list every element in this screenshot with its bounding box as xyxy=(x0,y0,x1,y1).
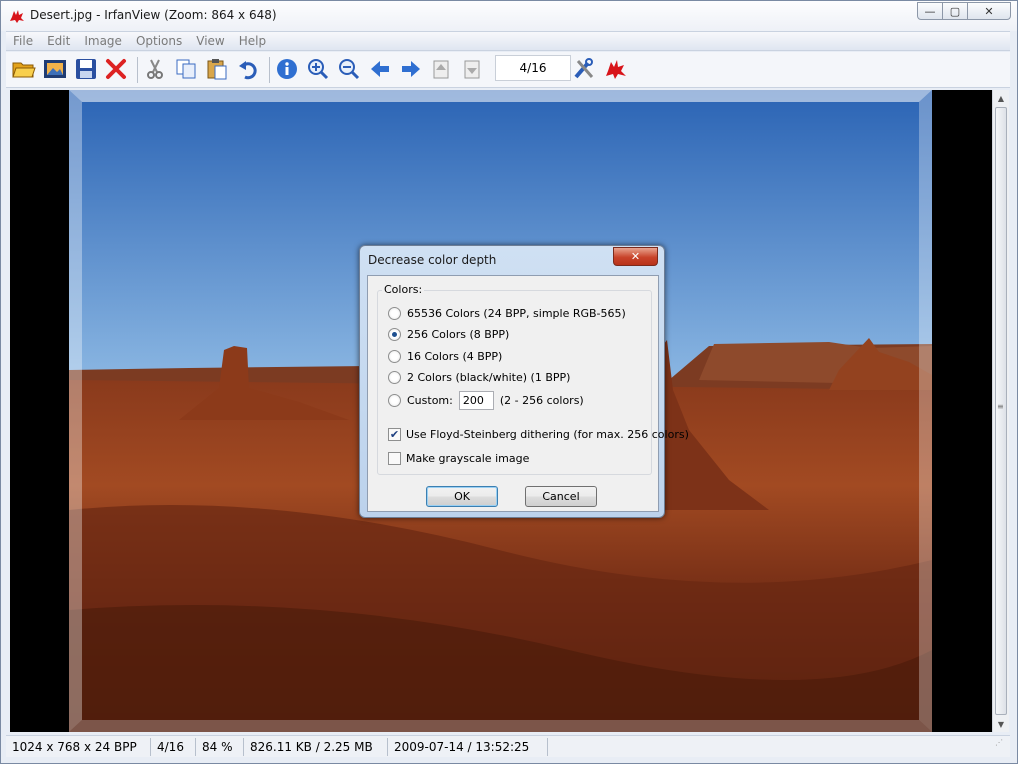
next-button[interactable] xyxy=(397,55,425,83)
dialog-close-button[interactable]: ✕ xyxy=(613,247,658,266)
page-indicator[interactable]: 4/16 xyxy=(495,55,571,81)
copy-button[interactable] xyxy=(172,55,200,83)
toolbar-separator xyxy=(137,57,138,83)
radio-custom[interactable] xyxy=(388,394,401,407)
delete-button[interactable] xyxy=(102,55,130,83)
option-custom[interactable]: Custom: 200 (2 - 256 colors) xyxy=(388,390,584,411)
first-page-button[interactable] xyxy=(428,55,456,83)
custom-label: Custom: xyxy=(407,394,453,407)
paste-button[interactable] xyxy=(203,55,231,83)
copy-icon xyxy=(176,59,196,79)
arrow-right-icon xyxy=(402,61,420,77)
vertical-scrollbar[interactable]: ▲ ≡ ▼ xyxy=(992,90,1009,732)
radio-2[interactable] xyxy=(388,370,401,384)
last-page-button[interactable] xyxy=(459,55,487,83)
arrow-left-icon xyxy=(371,61,389,77)
maximize-icon: ▢ xyxy=(949,4,961,18)
menu-image[interactable]: Image xyxy=(77,34,129,48)
zoom-out-icon xyxy=(339,59,360,80)
decrease-color-depth-dialog: Decrease color depth ✕ Colors: 65536 Col… xyxy=(359,245,689,518)
menu-help[interactable]: Help xyxy=(232,34,273,48)
radio-65536[interactable] xyxy=(388,306,401,320)
zoom-in-button[interactable] xyxy=(304,55,332,83)
scroll-grip-icon: ≡ xyxy=(997,402,1004,411)
custom-colors-input[interactable]: 200 xyxy=(458,391,494,410)
custom-hint: (2 - 256 colors) xyxy=(499,394,584,407)
paste-clipboard-icon xyxy=(207,59,227,80)
about-button[interactable] xyxy=(602,55,630,83)
scroll-up-icon[interactable]: ▲ xyxy=(993,90,1009,106)
minimize-button[interactable]: — xyxy=(917,2,943,20)
status-dimensions: 1024 x 768 x 24 BPP xyxy=(6,737,151,756)
undo-arrow-icon xyxy=(239,61,257,80)
menu-view[interactable]: View xyxy=(189,34,231,48)
irfanview-cat-icon xyxy=(10,10,24,23)
menu-bar: File Edit Image Options View Help xyxy=(6,31,1010,51)
option-65536-colors[interactable]: 65536 Colors (24 BPP, simple RGB-565) xyxy=(388,305,626,321)
option-256-colors[interactable]: 256 Colors (8 BPP) xyxy=(388,326,509,342)
slideshow-button[interactable] xyxy=(41,55,69,83)
toolbar: 4/16 xyxy=(6,52,1010,88)
properties-button[interactable] xyxy=(570,55,598,83)
previous-button[interactable] xyxy=(366,55,394,83)
page-up-icon xyxy=(433,60,449,79)
zoom-out-button[interactable] xyxy=(335,55,363,83)
close-icon: ✕ xyxy=(984,4,994,18)
option-label: 256 Colors (8 BPP) xyxy=(407,327,510,341)
scroll-thumb[interactable] xyxy=(995,107,1007,715)
cancel-button[interactable]: Cancel xyxy=(525,486,597,507)
radio-256[interactable] xyxy=(388,327,401,341)
save-button[interactable] xyxy=(72,55,100,83)
irfanview-logo-icon xyxy=(606,60,626,79)
option-label: 2 Colors (black/white) (1 BPP) xyxy=(407,370,571,384)
grayscale-label: Make grayscale image xyxy=(406,451,530,465)
delete-x-icon xyxy=(106,59,126,79)
option-label: 16 Colors (4 BPP) xyxy=(407,349,503,363)
status-filesize: 826.11 KB / 2.25 MB xyxy=(244,737,388,756)
grayscale-checkbox[interactable] xyxy=(388,451,401,465)
title-bar[interactable]: Desert.jpg - IrfanView (Zoom: 864 x 648)… xyxy=(1,1,1017,31)
dither-option[interactable]: ✔ Use Floyd-Steinberg dithering (for max… xyxy=(388,426,689,442)
menu-options[interactable]: Options xyxy=(129,34,189,48)
filmstrip-icon xyxy=(44,60,66,78)
resize-grip-icon[interactable]: ⋰ xyxy=(995,739,1009,755)
tools-icon xyxy=(574,58,594,79)
status-date: 2009-07-14 / 13:52:25 xyxy=(388,737,548,756)
menu-file[interactable]: File xyxy=(6,34,40,48)
option-2-colors[interactable]: 2 Colors (black/white) (1 BPP) xyxy=(388,369,570,385)
toolbar-separator xyxy=(269,57,270,83)
colors-group-label: Colors: xyxy=(382,283,425,296)
status-bar: 1024 x 768 x 24 BPP 4/16 84 % 826.11 KB … xyxy=(6,735,1010,757)
cut-button[interactable] xyxy=(141,55,169,83)
scroll-down-icon[interactable]: ▼ xyxy=(993,716,1009,732)
option-16-colors[interactable]: 16 Colors (4 BPP) xyxy=(388,348,502,364)
status-index: 4/16 xyxy=(151,737,196,756)
dither-checkbox[interactable]: ✔ xyxy=(388,427,401,441)
grayscale-option[interactable]: Make grayscale image xyxy=(388,450,529,466)
open-folder-icon xyxy=(12,62,36,78)
maximize-button[interactable]: ▢ xyxy=(942,2,968,20)
close-button[interactable]: ✕ xyxy=(967,2,1011,20)
ok-button[interactable]: OK xyxy=(426,486,498,507)
zoom-in-icon xyxy=(308,59,329,80)
window-title: Desert.jpg - IrfanView (Zoom: 864 x 648) xyxy=(30,8,277,22)
scissors-icon xyxy=(147,59,163,79)
save-disk-icon xyxy=(76,59,96,79)
minimize-icon: — xyxy=(924,4,936,18)
radio-16[interactable] xyxy=(388,349,401,363)
menu-edit[interactable]: Edit xyxy=(40,34,77,48)
info-icon xyxy=(277,59,297,79)
undo-button[interactable] xyxy=(234,55,262,83)
dialog-body: Colors: 65536 Colors (24 BPP, simple RGB… xyxy=(367,275,689,512)
option-label: 65536 Colors (24 BPP, simple RGB-565) xyxy=(407,306,626,320)
dialog-title: Decrease color depth xyxy=(368,253,497,267)
open-button[interactable] xyxy=(10,55,38,83)
close-icon: ✕ xyxy=(630,250,641,263)
irfanview-window: Desert.jpg - IrfanView (Zoom: 864 x 648)… xyxy=(0,0,1018,764)
status-zoom: 84 % xyxy=(196,737,244,756)
dither-label: Use Floyd-Steinberg dithering (for max. … xyxy=(406,427,689,441)
page-down-icon xyxy=(464,60,480,79)
info-button[interactable] xyxy=(273,55,301,83)
